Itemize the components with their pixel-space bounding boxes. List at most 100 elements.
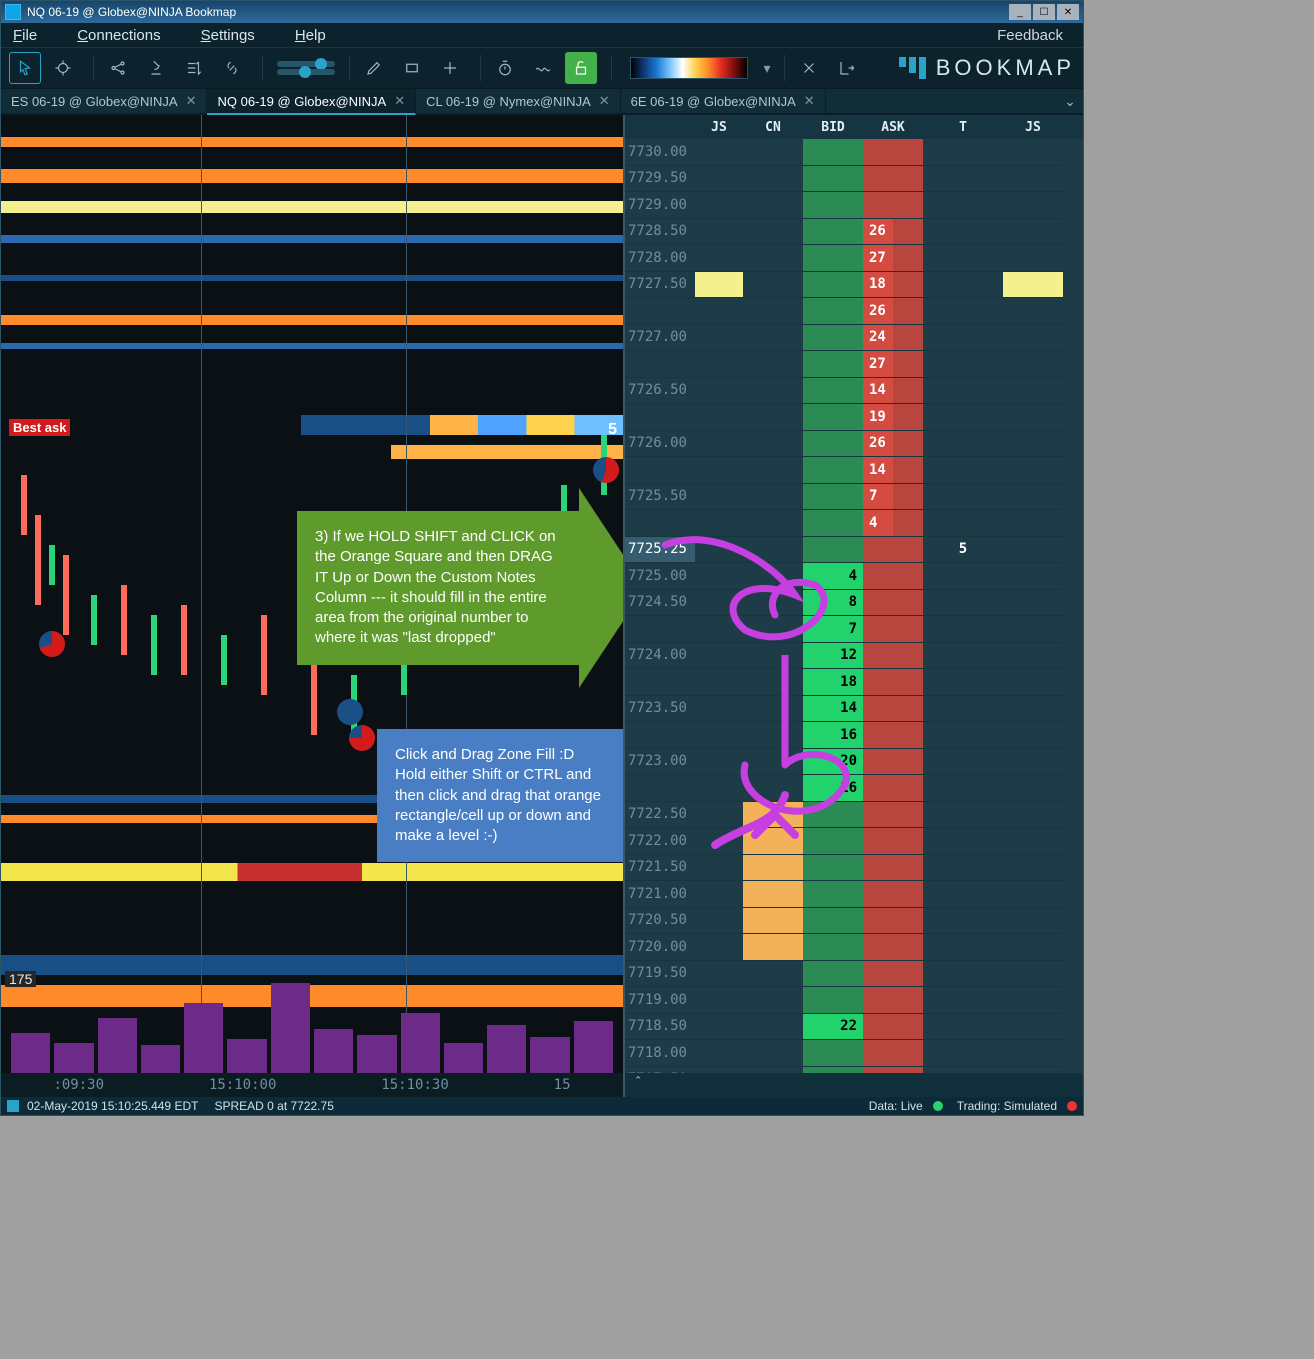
tool-microscope[interactable] xyxy=(140,52,172,84)
feedback-link[interactable]: Feedback xyxy=(997,27,1063,44)
tool-waves[interactable] xyxy=(527,52,559,84)
tab-close-icon[interactable]: ✕ xyxy=(186,93,197,109)
dom-js2-cell[interactable] xyxy=(1003,166,1063,193)
dom-js1-cell[interactable] xyxy=(695,563,743,590)
dom-row[interactable]: 7727.0024 xyxy=(625,325,1083,352)
dom-cn-cell[interactable] xyxy=(743,775,803,802)
dom-js1-cell[interactable] xyxy=(695,298,743,325)
dom-js1-cell[interactable] xyxy=(695,272,743,299)
dom-js1-cell[interactable] xyxy=(695,722,743,749)
dom-row[interactable]: 7722.50 xyxy=(625,802,1083,829)
dom-js2-cell[interactable] xyxy=(1003,378,1063,405)
dom-cn-cell[interactable] xyxy=(743,590,803,617)
tool-rectangle[interactable] xyxy=(396,52,428,84)
dom-bid-cell[interactable] xyxy=(803,537,863,564)
dom-ask-cell[interactable] xyxy=(863,669,923,696)
dom-js1-cell[interactable] xyxy=(695,802,743,829)
dom-js1-cell[interactable] xyxy=(695,510,743,537)
tool-close-x[interactable] xyxy=(793,52,825,84)
dom-row[interactable]: 7719.50 xyxy=(625,961,1083,988)
dom-js2-cell[interactable] xyxy=(1003,881,1063,908)
dom-js2-cell[interactable] xyxy=(1003,484,1063,511)
dom-cn-cell[interactable] xyxy=(743,166,803,193)
dom-ask-cell[interactable]: 14 xyxy=(863,378,923,405)
dom-js1-cell[interactable] xyxy=(695,643,743,670)
dom-cn-cell[interactable] xyxy=(743,643,803,670)
dom-bid-cell[interactable]: 12 xyxy=(803,643,863,670)
dom-bid-cell[interactable] xyxy=(803,245,863,272)
instrument-tab[interactable]: NQ 06-19 @ Globex@NINJA✕ xyxy=(207,89,416,115)
dom-row[interactable]: 7719.00 xyxy=(625,987,1083,1014)
dom-row[interactable]: 7724.0012 xyxy=(625,643,1083,670)
dom-js2-cell[interactable] xyxy=(1003,802,1063,829)
dom-cn-cell[interactable] xyxy=(743,484,803,511)
dom-bid-cell[interactable]: 16 xyxy=(803,722,863,749)
dom-bid-cell[interactable] xyxy=(803,828,863,855)
dom-cn-cell[interactable] xyxy=(743,828,803,855)
dom-js1-cell[interactable] xyxy=(695,669,743,696)
dom-js1-cell[interactable] xyxy=(695,351,743,378)
dom-bid-cell[interactable] xyxy=(803,961,863,988)
dom-row[interactable]: 7728.5026 xyxy=(625,219,1083,246)
dom-ask-cell[interactable] xyxy=(863,1040,923,1067)
dom-cn-cell[interactable] xyxy=(743,987,803,1014)
dom-row[interactable]: 7727.5018 xyxy=(625,272,1083,299)
dom-cn-cell[interactable] xyxy=(743,431,803,458)
dom-row[interactable]: 7730.00 xyxy=(625,139,1083,166)
dom-scroll-up-icon[interactable]: ＾ xyxy=(631,1075,645,1095)
dom-cn-cell[interactable] xyxy=(743,510,803,537)
dom-cn-cell[interactable] xyxy=(743,696,803,723)
dom-bid-cell[interactable]: 22 xyxy=(803,1014,863,1041)
dom-panel[interactable]: JS CN BID ASK T JS 7730.007729.507729.00… xyxy=(625,115,1083,1097)
dom-bid-cell[interactable] xyxy=(803,457,863,484)
dom-cn-cell[interactable] xyxy=(743,537,803,564)
dom-js2-cell[interactable] xyxy=(1003,510,1063,537)
dom-ask-cell[interactable] xyxy=(863,192,923,219)
dom-bid-cell[interactable] xyxy=(803,987,863,1014)
dom-bid-cell[interactable] xyxy=(803,802,863,829)
dom-cn-cell[interactable] xyxy=(743,1014,803,1041)
dom-js2-cell[interactable] xyxy=(1003,1040,1063,1067)
dom-ask-cell[interactable] xyxy=(863,1014,923,1041)
dom-bid-cell[interactable]: 14 xyxy=(803,696,863,723)
dom-cn-cell[interactable] xyxy=(743,669,803,696)
dom-js1-cell[interactable] xyxy=(695,192,743,219)
dom-ask-cell[interactable] xyxy=(863,908,923,935)
tool-link[interactable] xyxy=(216,52,248,84)
dom-cn-cell[interactable] xyxy=(743,298,803,325)
instrument-tab[interactable]: ES 06-19 @ Globex@NINJA✕ xyxy=(1,89,207,113)
dom-js2-cell[interactable] xyxy=(1003,669,1063,696)
dom-js1-cell[interactable] xyxy=(695,961,743,988)
dom-cn-cell[interactable] xyxy=(743,722,803,749)
dom-js1-cell[interactable] xyxy=(695,855,743,882)
instrument-tab[interactable]: CL 06-19 @ Nymex@NINJA✕ xyxy=(416,89,621,113)
dom-bid-cell[interactable]: 16 xyxy=(803,775,863,802)
tab-close-icon[interactable]: ✕ xyxy=(599,93,610,109)
dom-js2-cell[interactable] xyxy=(1003,828,1063,855)
heatmap-gradient-dropdown[interactable]: ▾ xyxy=(758,57,776,79)
dom-ask-cell[interactable] xyxy=(863,987,923,1014)
dom-js2-cell[interactable] xyxy=(1003,245,1063,272)
dom-ask-cell[interactable] xyxy=(863,139,923,166)
dom-cn-cell[interactable] xyxy=(743,1040,803,1067)
dom-row[interactable]: 26 xyxy=(625,298,1083,325)
menu-connections[interactable]: Connections xyxy=(77,27,160,44)
dom-ask-cell[interactable] xyxy=(863,590,923,617)
dom-row[interactable]: 7718.5022 xyxy=(625,1014,1083,1041)
dom-js1-cell[interactable] xyxy=(695,484,743,511)
dom-ask-cell[interactable]: 4 xyxy=(863,510,923,537)
dom-js1-cell[interactable] xyxy=(695,139,743,166)
dom-row[interactable]: 4 xyxy=(625,510,1083,537)
tool-export[interactable] xyxy=(831,52,863,84)
dom-js2-cell[interactable] xyxy=(1003,616,1063,643)
dom-row[interactable]: 7723.0020 xyxy=(625,749,1083,776)
dom-js2-cell[interactable] xyxy=(1003,908,1063,935)
dom-ask-cell[interactable]: 7 xyxy=(863,484,923,511)
dom-cn-cell[interactable] xyxy=(743,378,803,405)
dom-cn-cell[interactable] xyxy=(743,855,803,882)
dom-cn-cell[interactable] xyxy=(743,802,803,829)
dom-bid-cell[interactable] xyxy=(803,484,863,511)
dom-bid-cell[interactable] xyxy=(803,881,863,908)
dom-bid-cell[interactable]: 7 xyxy=(803,616,863,643)
dom-cn-cell[interactable] xyxy=(743,457,803,484)
